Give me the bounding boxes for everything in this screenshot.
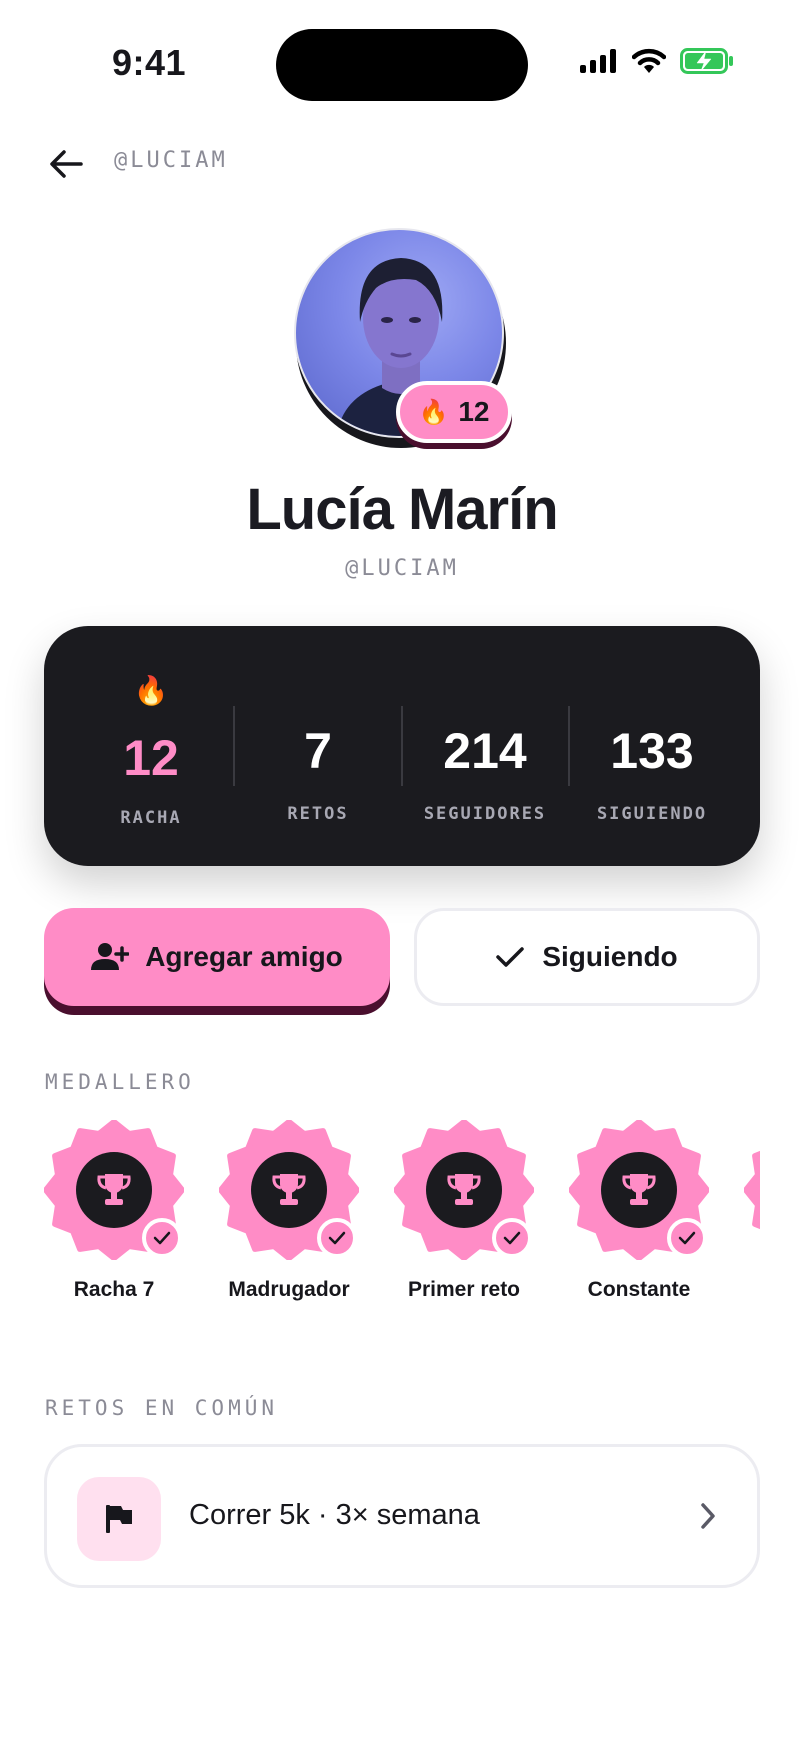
medal-inner (251, 1152, 327, 1228)
streak-badge-value: 12 (458, 396, 490, 427)
medal-item[interactable]: Madrugador (219, 1120, 359, 1310)
following-label: Siguiendo (542, 941, 678, 972)
check-icon (328, 1231, 346, 1245)
trophy-icon (272, 1174, 306, 1205)
challenge-icon-box (77, 1477, 161, 1561)
stat-challenges-value: 7 (304, 723, 332, 779)
streak-badge: 🔥 12 (396, 381, 512, 443)
system-icons (580, 48, 734, 74)
medal-check-badge (142, 1218, 182, 1258)
medal-item[interactable]: Primer reto (394, 1120, 534, 1310)
battery-charging-icon (680, 48, 733, 74)
signal-icon (580, 49, 616, 73)
medal-inner (601, 1152, 677, 1228)
medals-section-title: MEDALLERO (45, 1070, 195, 1094)
medal-check-badge (667, 1218, 707, 1258)
fire-icon: 🔥 (418, 398, 449, 426)
status-time: 9:41 (112, 42, 187, 83)
back-button[interactable] (44, 142, 88, 186)
dynamic-island (276, 29, 528, 101)
medal-inner (426, 1152, 502, 1228)
stat-followers-label: SEGUIDORES (423, 804, 547, 824)
fire-icon: 🔥 (133, 675, 169, 706)
stat-streak-label: RACHA (120, 808, 182, 828)
stat-challenges-label: RETOS (287, 804, 349, 824)
flag-icon (106, 1505, 132, 1533)
header-handle: @LUCIAM (114, 148, 228, 173)
medals-carousel[interactable]: Racha 7 Madrugador Primer reto Constante (44, 1120, 760, 1320)
trophy-icon (622, 1174, 656, 1205)
medal-item[interactable]: Constante (569, 1120, 709, 1310)
arrow-left-icon (50, 150, 83, 178)
medal-label: Madrugador (228, 1278, 350, 1301)
stat-streak: 🔥 12 RACHA (68, 626, 234, 866)
medal-label: Primer reto (407, 1278, 521, 1301)
challenge-card[interactable]: Correr 5k · 3× semana (44, 1444, 760, 1588)
stat-following-label: SIGUIENDO (596, 804, 708, 824)
following-button[interactable]: Siguiendo (414, 908, 760, 1006)
add-friend-button[interactable]: Agregar amigo (44, 908, 390, 1006)
stats-card: 🔥 12 RACHA 7 RETOS 214 SEGUIDORES 133 SI… (44, 626, 760, 866)
medal-check-badge (317, 1218, 357, 1258)
person-add-icon (91, 943, 130, 970)
stat-following[interactable]: 133 SIGUIENDO (569, 626, 735, 866)
status-bar: 9:41 (0, 0, 804, 130)
medal-label: Constante (587, 1278, 691, 1301)
trophy-icon (447, 1174, 481, 1205)
check-icon (503, 1231, 521, 1245)
check-icon (153, 1231, 171, 1245)
medal-badge-shape (744, 1150, 760, 1230)
medal-item[interactable] (744, 1120, 760, 1310)
profile-handle: @LUCIAM (345, 556, 459, 581)
wifi-icon (632, 48, 666, 73)
check-icon (678, 1231, 696, 1245)
stat-followers-value: 214 (443, 723, 527, 779)
stat-following-value: 133 (610, 723, 694, 779)
stat-challenges: 7 RETOS (235, 626, 401, 866)
stat-followers[interactable]: 214 SEGUIDORES (402, 626, 568, 866)
profile-name: Lucía Marín (246, 477, 558, 542)
trophy-icon (97, 1174, 131, 1205)
check-icon (496, 947, 525, 967)
medal-item[interactable]: Racha 7 (44, 1120, 184, 1310)
add-friend-label: Agregar amigo (145, 941, 343, 972)
medal-check-badge (492, 1218, 532, 1258)
medal-label: Racha 7 (73, 1278, 155, 1301)
stat-streak-value: 12 (123, 730, 179, 786)
challenge-label: Correr 5k · 3× semana (189, 1499, 480, 1531)
chevron-right-icon (701, 1503, 715, 1529)
medal-inner (76, 1152, 152, 1228)
common-challenges-title: RETOS EN COMÚN (45, 1396, 279, 1420)
